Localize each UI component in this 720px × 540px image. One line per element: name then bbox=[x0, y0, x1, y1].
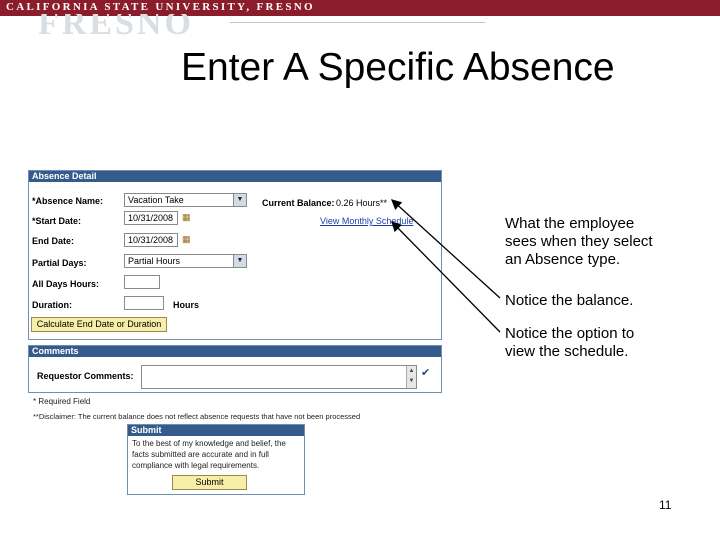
arrow-to-schedule bbox=[391, 221, 501, 333]
arrow-to-balance bbox=[391, 199, 501, 299]
page-number: 11 bbox=[659, 498, 672, 512]
callout-arrows bbox=[391, 199, 501, 333]
